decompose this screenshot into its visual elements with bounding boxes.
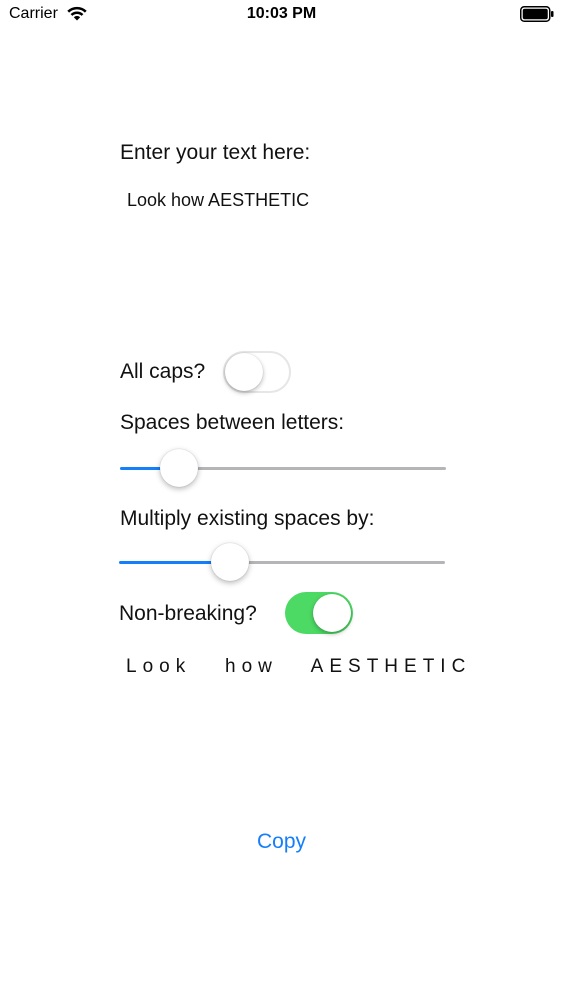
non-breaking-switch[interactable] xyxy=(285,592,353,634)
output-text: Look how AESTHETIC xyxy=(126,656,472,677)
status-bar: Carrier 10:03 PM xyxy=(0,0,563,30)
all-caps-switch[interactable] xyxy=(223,351,291,393)
battery-icon xyxy=(520,6,554,22)
all-caps-label: All caps? xyxy=(120,360,206,383)
status-time: 10:03 PM xyxy=(246,5,317,22)
spaces-between-letters-label: Spaces between letters: xyxy=(120,411,345,434)
slider-track-empty xyxy=(179,467,446,470)
non-breaking-label: Non-breaking? xyxy=(119,602,257,625)
input-label: Enter your text here: xyxy=(120,141,311,164)
text-input-field[interactable] xyxy=(120,184,445,216)
switch-knob xyxy=(313,594,351,632)
spaces-between-letters-slider[interactable] xyxy=(120,448,446,488)
multiply-spaces-label: Multiply existing spaces by: xyxy=(120,507,375,530)
switch-knob xyxy=(225,353,263,391)
copy-button[interactable]: Copy xyxy=(0,830,563,854)
multiply-spaces-slider[interactable] xyxy=(119,542,445,582)
slider-track-empty xyxy=(230,561,445,564)
slider-thumb[interactable] xyxy=(211,543,250,581)
slider-thumb[interactable] xyxy=(160,449,199,487)
